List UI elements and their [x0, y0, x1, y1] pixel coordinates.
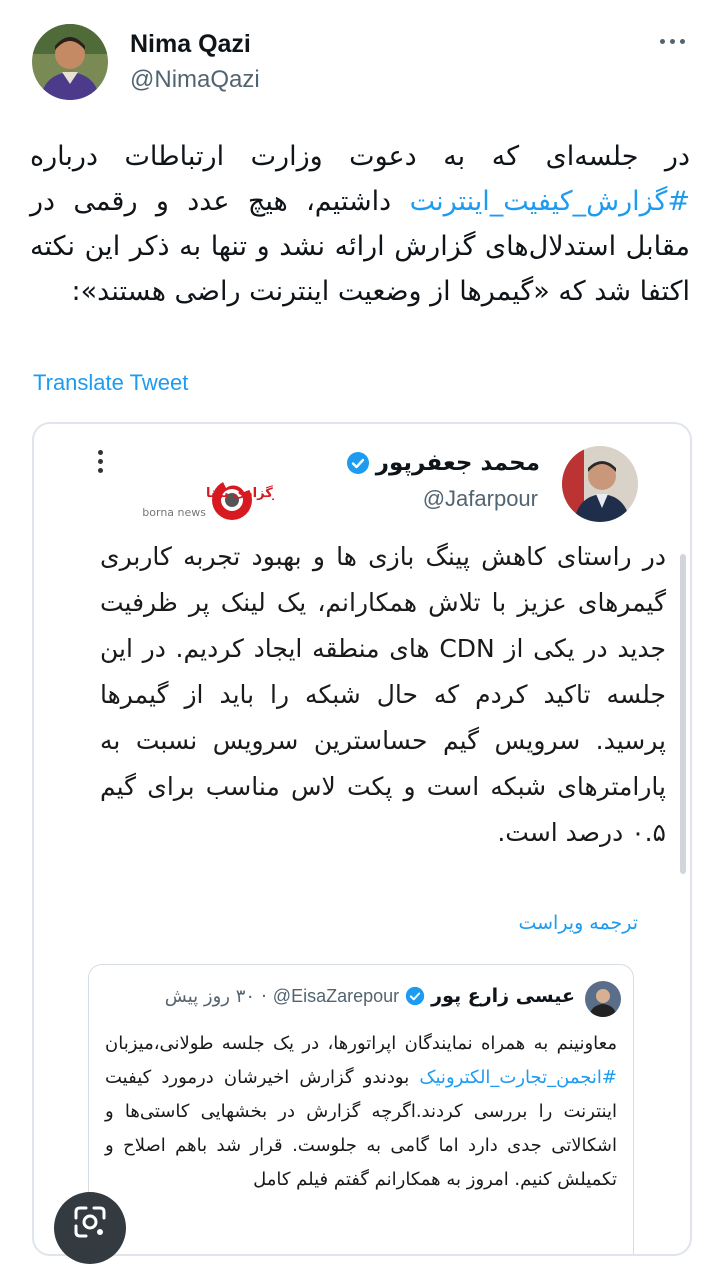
quoted-text-part1: معاونینم به همراه نمایندگان اپراتورها، د… [105, 1033, 617, 1054]
quoted-author-name: عیسی زارع پور [431, 985, 575, 1007]
embedded-translate-link: ترجمه ویراست [518, 912, 638, 934]
verified-badge-icon [346, 452, 369, 474]
embedded-author-name-text: محمد جعفرپور [375, 450, 540, 476]
verified-badge-icon [405, 986, 425, 1006]
quoted-tweet: عیسی زارع پور @EisaZarepour · ۳۰ روز پیش… [88, 964, 634, 1254]
quoted-hashtag: #انجمن_تجارت_الکترونیک [419, 1067, 617, 1088]
separator-dot: · [261, 985, 267, 1007]
quoted-tweet-text: معاونینم به همراه نمایندگان اپراتورها، د… [105, 1027, 617, 1197]
embedded-author-name: محمد جعفرپور [346, 450, 540, 476]
embedded-author-avatar [562, 446, 638, 522]
logo-text: خبرگزاری برنا [206, 485, 274, 501]
embedded-image[interactable]: محمد جعفرپور @Jafarpour خبرگزاری برنا bo… [32, 422, 692, 1256]
logo-subtext: borna news [142, 506, 206, 519]
quoted-timestamp: ۳۰ روز پیش [164, 985, 256, 1007]
google-lens-icon[interactable] [54, 1192, 126, 1264]
author-handle[interactable]: @NimaQazi [130, 66, 260, 94]
embedded-more-icon [96, 450, 104, 476]
translate-tweet-link[interactable]: Translate Tweet [33, 370, 188, 396]
quoted-header: عیسی زارع پور @EisaZarepour · ۳۰ روز پیش [165, 985, 575, 1007]
embedded-author-handle: @Jafarpour [422, 486, 538, 511]
tweet-body: در جلسه‌ای که به دعوت وزارت ارتباطات درب… [30, 134, 690, 314]
author-avatar[interactable] [32, 24, 108, 100]
hashtag-link[interactable]: #گزارش_کیفیت_اینترنت [410, 186, 690, 217]
image-scrollbar [680, 554, 686, 874]
quoted-author-handle: @EisaZarepour [272, 985, 400, 1006]
quoted-author-avatar [585, 981, 621, 1017]
embedded-tweet-text: در راستای کاهش پینگ بازی ها و بهبود تجرب… [100, 542, 666, 847]
borna-news-logo: خبرگزاری برنا borna news [104, 474, 296, 524]
tweet-header: Nima Qazi @NimaQazi [0, 0, 720, 110]
tweet-text-part1: در جلسه‌ای که به دعوت وزارت ارتباطات درب… [30, 141, 690, 172]
more-dots-icon[interactable] [652, 26, 692, 56]
author-name[interactable]: Nima Qazi [130, 30, 251, 59]
